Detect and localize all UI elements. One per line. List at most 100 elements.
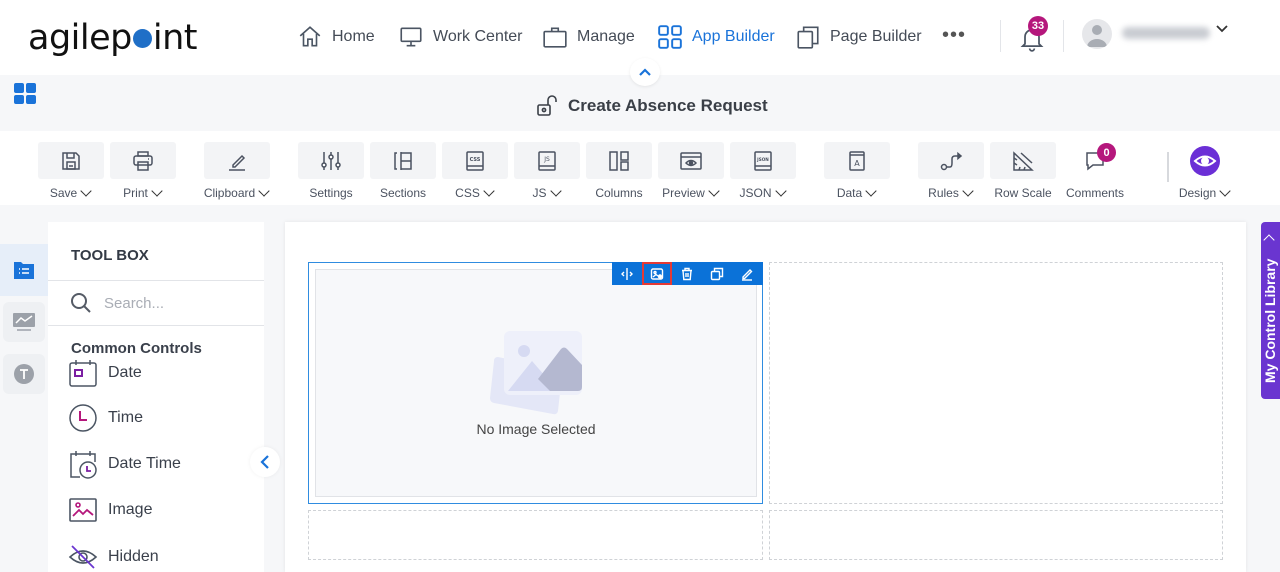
briefcase-icon	[543, 27, 567, 48]
chevron-down-icon[interactable]	[1215, 22, 1229, 36]
comments-button[interactable]: Comments	[1062, 142, 1128, 200]
collapse-toolbox-button[interactable]	[250, 447, 280, 477]
empty-cell[interactable]	[769, 262, 1223, 504]
settings-button[interactable]: Settings	[298, 142, 364, 200]
row-scale-button[interactable]: Row Scale	[990, 142, 1056, 200]
form-toolbar: Save Print Clipboard Settings Sections C…	[0, 131, 1280, 205]
app-launcher-icon[interactable]	[14, 83, 37, 104]
columns-button[interactable]: Columns	[586, 142, 652, 200]
calendar-clock-icon	[70, 451, 97, 479]
divider	[48, 280, 264, 281]
more-menu-button[interactable]: •••	[942, 24, 966, 47]
username-redacted[interactable]	[1122, 27, 1210, 39]
delete-button[interactable]	[672, 262, 702, 285]
nav-app-builder[interactable]: App Builder	[657, 22, 775, 52]
preview-button[interactable]: Preview	[658, 142, 724, 200]
my-control-library-tab[interactable]: My Control Library	[1261, 222, 1280, 399]
save-button[interactable]: Save	[38, 142, 104, 200]
agilepoint-logo[interactable]: agilep int	[28, 18, 198, 58]
image-placeholder: No Image Selected	[315, 269, 757, 497]
trash-icon	[682, 267, 692, 280]
control-hidden[interactable]: Hidden	[68, 542, 159, 572]
design-button[interactable]: Design	[1172, 142, 1238, 200]
chevron-down-icon	[483, 185, 495, 197]
unlock-icon[interactable]	[536, 94, 560, 118]
print-button[interactable]: Print	[110, 142, 176, 200]
chevron-left-icon	[260, 455, 269, 469]
data-button[interactable]: A Data	[824, 142, 890, 200]
rail-text-tab[interactable]	[3, 354, 45, 394]
control-image[interactable]: Image	[68, 495, 152, 525]
empty-cell[interactable]	[769, 510, 1223, 560]
eye-off-icon	[68, 545, 98, 569]
chevron-down-icon	[865, 185, 877, 197]
clipboard-button[interactable]: Clipboard	[204, 142, 270, 200]
columns-icon	[609, 150, 629, 171]
toolbar-divider	[1167, 152, 1169, 182]
pages-icon	[797, 26, 819, 49]
toolbox-search-input[interactable]	[104, 294, 254, 312]
control-date[interactable]: Date	[68, 358, 142, 388]
ruler-triangle-icon	[1013, 150, 1034, 171]
chevron-left-icon	[1263, 234, 1275, 246]
nav-manage[interactable]: Manage	[542, 22, 635, 52]
notification-badge: 33	[1028, 16, 1048, 36]
copy-button[interactable]	[702, 262, 732, 285]
pencil-icon	[742, 268, 753, 281]
no-image-text: No Image Selected	[476, 421, 596, 437]
edit-button[interactable]	[732, 262, 762, 285]
nav-page-builder[interactable]: Page Builder	[795, 22, 922, 52]
preview-icon	[680, 151, 702, 170]
save-icon	[62, 151, 80, 170]
sections-button[interactable]: Sections	[370, 142, 436, 200]
grid-icon	[658, 25, 682, 49]
nav-home[interactable]: Home	[297, 22, 375, 52]
left-rail	[0, 222, 48, 572]
monitor-icon	[400, 27, 422, 47]
css-file-icon: CSS	[466, 150, 484, 171]
chevron-down-icon	[258, 185, 270, 197]
empty-cell[interactable]	[308, 510, 763, 560]
toolbox-panel: TOOL BOX Common Controls Date Time Date …	[48, 222, 264, 572]
css-button[interactable]: CSS CSS	[442, 142, 508, 200]
svg-text:JS: JS	[543, 156, 550, 163]
data-book-icon: A	[849, 150, 865, 171]
js-file-icon: JS	[538, 150, 556, 171]
sections-icon	[394, 151, 412, 170]
chevron-down-icon	[549, 185, 562, 197]
pencil-icon	[229, 154, 246, 171]
chevron-down-icon	[708, 185, 720, 197]
chevron-up-icon	[639, 68, 651, 76]
image-settings-icon	[650, 267, 664, 280]
chevron-down-icon	[774, 185, 787, 197]
text-circle-icon	[14, 364, 34, 384]
image-icon	[69, 498, 97, 522]
selected-image-control[interactable]: No Image Selected	[308, 262, 763, 504]
user-avatar[interactable]	[1082, 19, 1112, 49]
toolbox-search	[70, 292, 254, 314]
calendar-icon	[69, 360, 97, 387]
comments-count-badge: 0	[1097, 143, 1116, 162]
rail-toolbox-tab[interactable]	[0, 244, 48, 296]
control-date-time[interactable]: Date Time	[68, 449, 181, 479]
control-time[interactable]: Time	[68, 403, 143, 433]
control-toolbar	[612, 262, 763, 285]
image-placeholder-icon	[490, 331, 582, 415]
collapse-header-button[interactable]	[630, 58, 660, 86]
chart-monitor-icon	[13, 313, 35, 331]
resize-button[interactable]	[612, 262, 642, 285]
chevron-down-icon	[1219, 185, 1231, 197]
eye-icon	[1193, 155, 1217, 166]
svg-text:A: A	[854, 159, 860, 168]
json-button[interactable]: JSON JSON	[730, 142, 796, 200]
nav-work-center[interactable]: Work Center	[398, 22, 523, 52]
svg-text:JSON: JSON	[756, 157, 769, 162]
rail-analytics-tab[interactable]	[3, 302, 45, 342]
image-settings-button[interactable]	[642, 262, 672, 285]
rules-icon	[940, 151, 963, 170]
nav-divider	[1000, 20, 1001, 52]
js-button[interactable]: JS JS	[514, 142, 580, 200]
svg-text:CSS: CSS	[470, 157, 481, 163]
rules-button[interactable]: Rules	[918, 142, 984, 200]
copy-icon	[710, 267, 724, 280]
